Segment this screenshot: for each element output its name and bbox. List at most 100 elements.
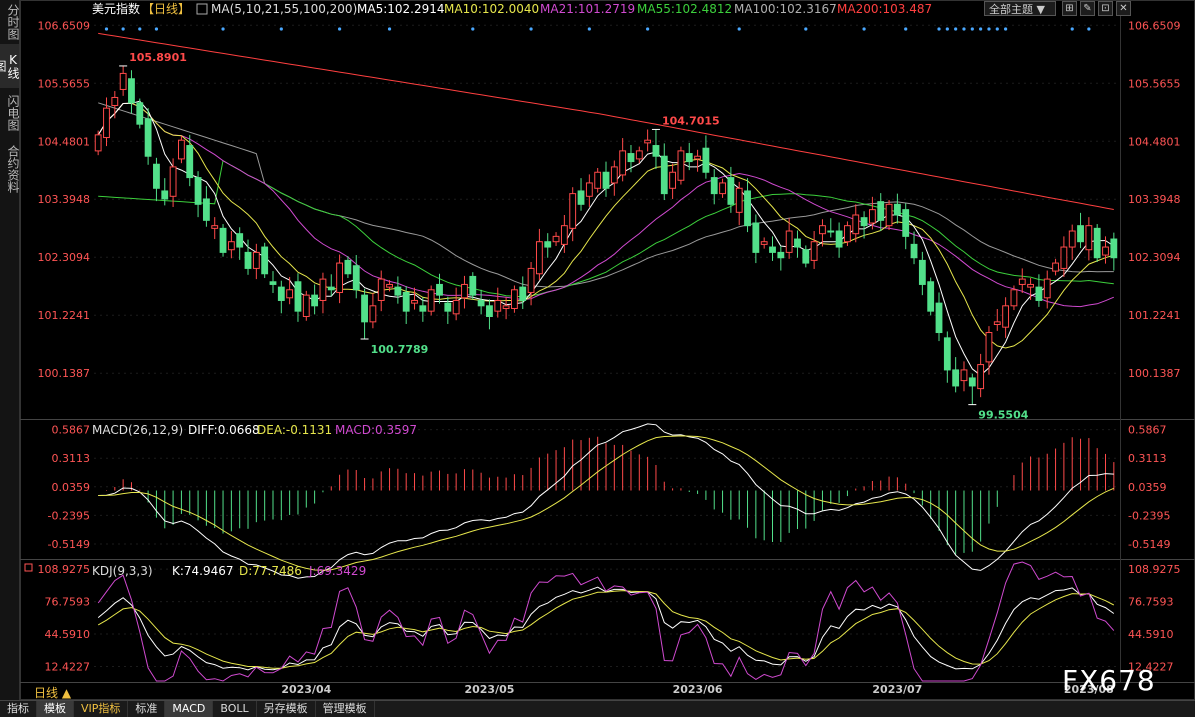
candle-body: [252, 251, 260, 269]
candle-body: [535, 241, 543, 275]
side-tab-panel: 分时图 K线图 闪电图 合约资料: [0, 0, 20, 700]
candle-body: [752, 222, 760, 253]
candle-body: [1035, 286, 1043, 301]
price-y-tick-left: 103.3948: [38, 193, 91, 206]
event-dot: [104, 27, 109, 31]
event-dot: [995, 27, 999, 31]
tab-save-template[interactable]: 另存模板: [257, 701, 316, 717]
candle-body: [835, 230, 843, 248]
candle-body: [943, 337, 951, 371]
candle-body: [1010, 289, 1018, 307]
tab-standard[interactable]: 标准: [128, 701, 166, 717]
candle-body: [178, 139, 185, 160]
side-tab-contract-info[interactable]: 合约资料: [0, 138, 20, 200]
event-dot: [1087, 27, 1091, 31]
price-y-tick-left: 105.5655: [38, 77, 91, 90]
candle-body: [311, 294, 319, 307]
candle-body: [769, 246, 776, 253]
candle-body: [860, 217, 868, 227]
candle-body: [1085, 225, 1093, 251]
extreme-label-low: 100.7789: [371, 343, 429, 356]
macd-dea-value: DEA:-0.1131: [257, 423, 332, 437]
candle-body: [244, 251, 252, 269]
ma-value-label: MA200:103.487: [837, 2, 932, 16]
candle-body: [419, 305, 427, 312]
event-dot: [945, 27, 949, 31]
candle-body: [94, 134, 102, 152]
candle-body: [785, 230, 793, 253]
candle-body: [452, 299, 460, 315]
chart-canvas: 106.6509 106.6509 105.5655 105.5655 104.4801…: [20, 0, 1195, 700]
tab-indicators[interactable]: 指标: [0, 701, 37, 717]
expand-icon[interactable]: ⊡: [1098, 1, 1113, 16]
event-dot: [962, 27, 966, 31]
candle-body: [702, 147, 710, 173]
candle-body: [336, 262, 344, 293]
side-tab-kline[interactable]: K线图: [0, 44, 20, 88]
candle-body: [968, 377, 976, 387]
candle-body: [694, 155, 701, 160]
candle-body: [669, 171, 677, 189]
theme-dropdown[interactable]: 全部主题 ▼: [984, 1, 1056, 16]
candle-body: [119, 72, 127, 90]
extreme-label-high: 105.8901: [129, 51, 187, 64]
event-dot: [337, 27, 342, 31]
macd-macd-value: MACD:0.3597: [335, 423, 417, 437]
chart-type-icon: [196, 3, 208, 15]
candle-body: [760, 241, 768, 245]
candle-body: [219, 227, 227, 253]
kdj-y-tick-right: 76.7593: [1128, 596, 1174, 609]
grid-icon[interactable]: ⊞: [1062, 1, 1077, 16]
candle-body: [361, 294, 368, 323]
ma10-line: [97, 102, 1114, 349]
candle-body: [710, 177, 718, 195]
event-dot: [904, 27, 908, 31]
tab-manage-templates[interactable]: 管理模板: [316, 701, 375, 717]
macd-y-tick-right: -0.2395: [1128, 509, 1170, 522]
candle-body: [227, 241, 235, 251]
candle-body: [602, 171, 610, 189]
x-tick-label: 2023/05: [464, 683, 514, 696]
price-y-tick-left: 100.1387: [38, 367, 91, 380]
macd-y-tick-right: 0.0359: [1128, 481, 1167, 494]
candle-body: [319, 278, 327, 301]
candle-body: [486, 305, 493, 317]
tab-macd[interactable]: MACD: [165, 701, 214, 717]
candle-body: [627, 153, 635, 163]
candle-body: [436, 283, 443, 296]
side-tab-timeshare[interactable]: 分时图: [0, 0, 20, 44]
event-dot: [138, 27, 142, 31]
candle-body: [327, 286, 335, 291]
close-icon[interactable]: ✕: [1116, 1, 1131, 16]
macd-diff-value: DIFF:0.0668: [188, 423, 260, 437]
tab-vip-indicators[interactable]: VIP指标: [74, 701, 129, 717]
candle-body: [519, 286, 527, 301]
tab-templates[interactable]: 模板: [37, 701, 74, 717]
candle-body: [461, 283, 468, 299]
event-dot: [529, 27, 533, 31]
side-tab-flash[interactable]: 闪电图: [0, 88, 20, 138]
macd-y-tick-left: 0.3113: [52, 452, 91, 465]
instrument-title: 美元指数: [92, 1, 140, 16]
candle-body: [186, 145, 194, 179]
candle-body: [402, 291, 410, 312]
candle-body: [202, 198, 210, 221]
price-y-tick-right: 101.2241: [1128, 309, 1181, 322]
candle-body: [802, 249, 810, 264]
settings-icon[interactable]: ✎: [1080, 1, 1095, 16]
event-dot: [1070, 27, 1074, 31]
candle-body: [652, 145, 660, 157]
candle-body: [269, 281, 277, 285]
tab-boll[interactable]: BOLL: [213, 701, 257, 717]
x-tick-label: 2023/06: [673, 683, 723, 696]
candle-body: [977, 364, 985, 390]
candle-body: [685, 153, 693, 163]
candle-body: [344, 259, 352, 275]
extreme-label-high: 104.7015: [662, 114, 720, 127]
period-selector[interactable]: 日线 ▲: [34, 684, 71, 701]
candle-body: [868, 209, 876, 224]
macd-title: MACD(26,12,9): [92, 423, 183, 437]
event-dot: [937, 27, 941, 31]
ma5-line: [97, 100, 1115, 376]
candle-body: [1060, 246, 1068, 269]
